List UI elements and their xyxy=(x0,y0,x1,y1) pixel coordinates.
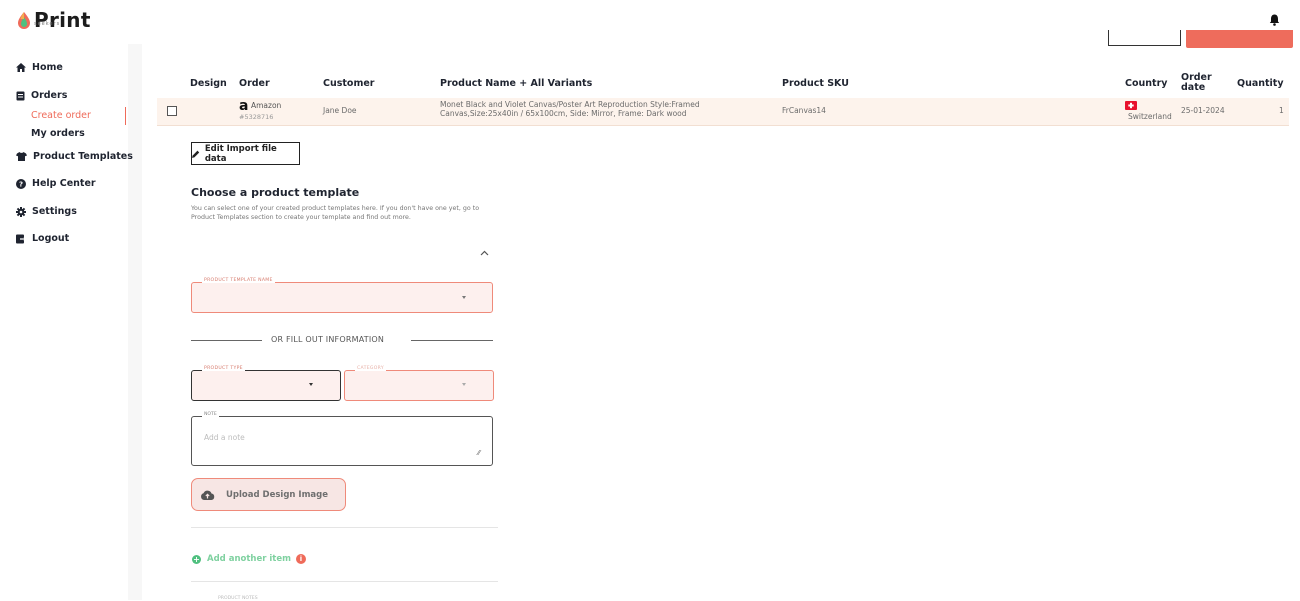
column-header-quantity: Quantity xyxy=(1237,78,1284,89)
upload-design-button[interactable]: Upload Design Image xyxy=(191,478,346,511)
sidebar-item-home[interactable]: Home xyxy=(16,62,63,73)
column-header-order-date: Order date xyxy=(1181,72,1212,93)
chevron-up-icon[interactable] xyxy=(480,250,489,256)
logo[interactable]: Print xyxy=(16,10,91,30)
product-notes-label: PRODUCT NOTES xyxy=(218,596,258,601)
row-checkbox[interactable] xyxy=(167,106,177,116)
gear-icon xyxy=(16,206,26,217)
sidebar-item-settings[interactable]: Settings xyxy=(16,206,77,217)
logout-icon xyxy=(16,234,26,243)
column-header-product-name: Product Name + All Variants xyxy=(440,78,593,89)
sidebar-divider xyxy=(128,44,142,600)
product-name: Monet Black and Violet Canvas/Poster Art… xyxy=(440,100,700,118)
divider-left xyxy=(191,340,262,341)
order-source: Amazon xyxy=(251,101,282,110)
resize-handle-icon[interactable]: ⁄⁄ xyxy=(478,449,480,457)
plus-circle-icon: + xyxy=(192,554,201,564)
sidebar-item-label: Orders xyxy=(31,90,68,101)
category-label: CATEGORY xyxy=(355,366,386,371)
chevron-down-icon xyxy=(462,383,466,386)
orders-icon xyxy=(16,91,25,100)
add-item-label: Add another item xyxy=(207,554,291,564)
bell-icon[interactable] xyxy=(1269,14,1280,26)
column-header-order: Order xyxy=(239,78,270,89)
product-template-select[interactable]: PRODUCT TEMPLATE NAME xyxy=(191,278,493,313)
product-type-select[interactable]: PRODUCT TYPE xyxy=(191,366,341,401)
sidebar-item-label: Home xyxy=(32,62,63,73)
product-template-label: PRODUCT TEMPLATE NAME xyxy=(202,278,275,283)
sidebar-item-label: Product Templates xyxy=(33,151,133,162)
cloud-upload-icon xyxy=(201,490,215,500)
active-indicator xyxy=(125,107,126,125)
primary-action-button[interactable] xyxy=(1186,30,1293,48)
logo-text: Print xyxy=(34,8,91,32)
edit-import-label: Edit Import file data xyxy=(204,143,277,164)
svg-text:?: ? xyxy=(19,180,23,188)
category-select[interactable]: CATEGORY xyxy=(344,366,494,401)
column-header-customer: Customer xyxy=(323,78,375,89)
logo-subtext: seekers xyxy=(34,21,61,27)
switzerland-flag-icon xyxy=(1125,101,1137,110)
help-icon: ? xyxy=(16,178,26,189)
note-field[interactable]: NOTE Add a note ⁄⁄ xyxy=(191,412,493,466)
info-icon[interactable]: i xyxy=(295,554,306,564)
amazon-icon: a xyxy=(239,98,249,114)
or-fill-out-text: OR FILL OUT INFORMATION xyxy=(271,335,385,344)
secondary-action-button[interactable] xyxy=(1108,30,1181,46)
sidebar-subitem-create-order[interactable]: Create order xyxy=(31,110,91,121)
divider xyxy=(191,581,498,582)
product-sku: FrCanvas14 xyxy=(782,106,826,115)
quantity: 1 xyxy=(1279,106,1284,115)
edit-import-button[interactable]: Edit Import file data xyxy=(191,142,300,165)
note-label: NOTE xyxy=(202,412,219,417)
note-placeholder: Add a note xyxy=(204,433,245,442)
section-title: Choose a product template xyxy=(191,186,360,199)
upload-design-label: Upload Design Image xyxy=(226,489,329,500)
sidebar-item-orders[interactable]: Orders xyxy=(16,90,67,101)
sidebar-item-help-center[interactable]: ? Help Center xyxy=(16,178,96,189)
order-date: 25-01-2024 xyxy=(1181,106,1225,115)
column-header-country: Country xyxy=(1125,78,1168,89)
chevron-down-icon xyxy=(309,383,313,386)
divider-right xyxy=(411,340,493,341)
home-icon xyxy=(16,63,26,72)
product-type-label: PRODUCT TYPE xyxy=(202,366,245,371)
column-header-design: Design xyxy=(190,78,227,89)
top-bar: Print seekers xyxy=(0,0,1300,44)
sidebar-item-label: Logout xyxy=(32,233,70,244)
tshirt-icon xyxy=(16,152,27,161)
customer-name: Jane Doe xyxy=(323,106,357,115)
divider xyxy=(191,527,498,528)
sidebar-item-label: Help Center xyxy=(32,178,96,189)
order-id: #5328716 xyxy=(239,113,274,121)
sidebar-item-product-templates[interactable]: Product Templates xyxy=(16,151,133,162)
column-header-sku: Product SKU xyxy=(782,78,849,89)
section-description: You can select one of your created produ… xyxy=(191,205,480,221)
logo-drop-icon xyxy=(18,12,30,29)
sidebar-item-label: Settings xyxy=(32,206,77,217)
add-another-item-button[interactable]: + Add another item i xyxy=(192,554,306,564)
chevron-down-icon xyxy=(462,296,466,299)
country-name: Switzerland xyxy=(1128,112,1172,121)
sidebar-item-logout[interactable]: Logout xyxy=(16,233,69,244)
sidebar-subitem-my-orders[interactable]: My orders xyxy=(31,128,85,139)
pencil-icon xyxy=(192,150,200,158)
